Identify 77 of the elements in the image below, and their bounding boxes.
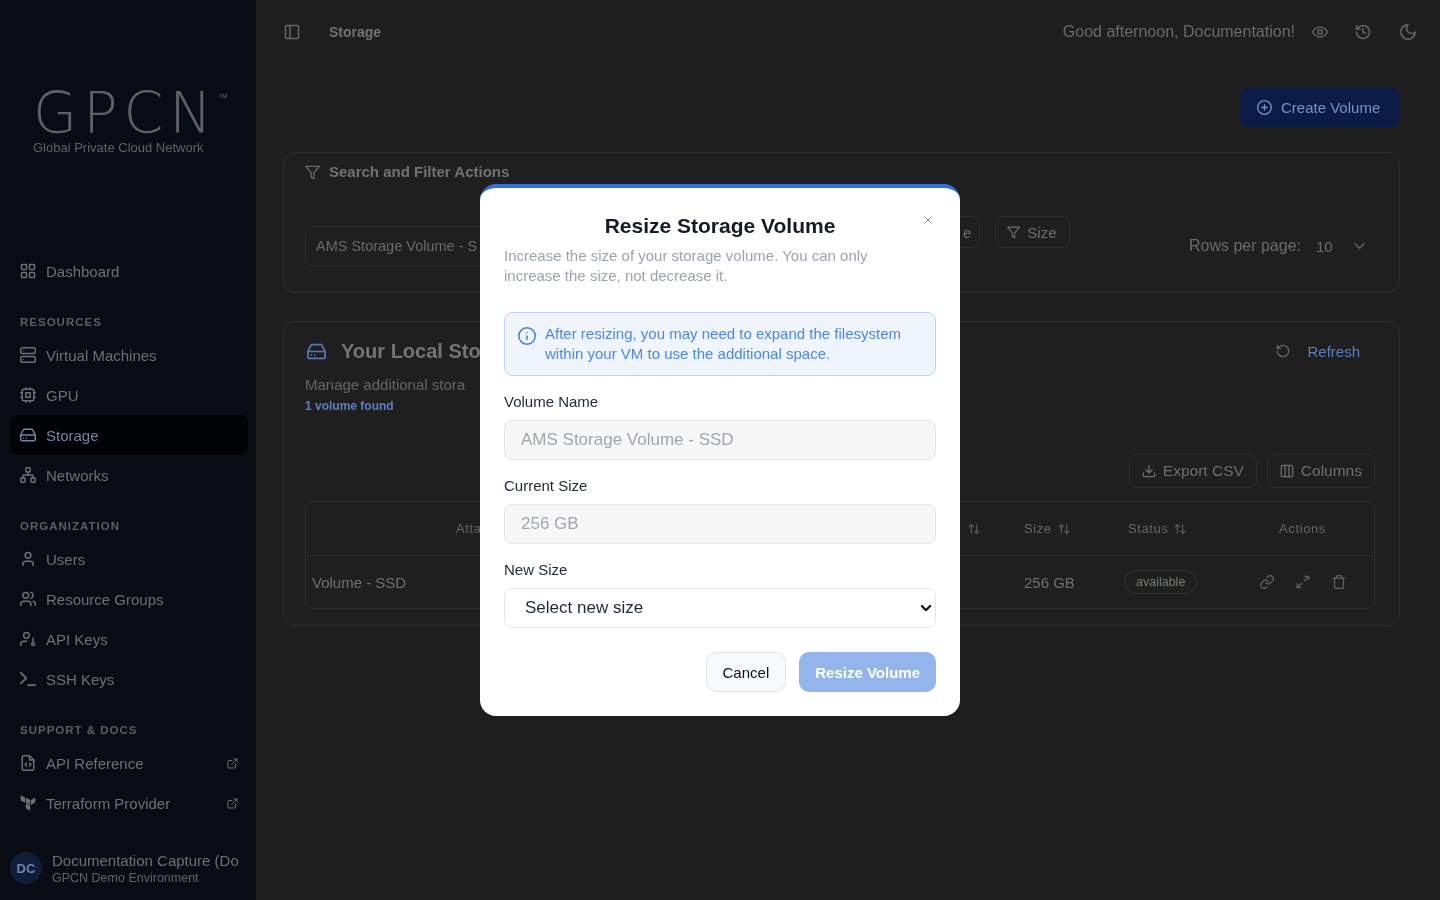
- file-code-icon: [20, 755, 36, 771]
- expand-icon[interactable]: [1295, 575, 1310, 589]
- cancel-button[interactable]: Cancel: [705, 652, 787, 692]
- column-header[interactable]: Atta: [456, 521, 482, 536]
- sort-icon[interactable]: [968, 522, 980, 535]
- sidebar-item[interactable]: Resource Groups: [10, 579, 248, 619]
- trademark-mark: ™: [218, 93, 228, 103]
- sidebar-item[interactable]: Terraform Provider: [10, 783, 248, 823]
- trash-icon[interactable]: [1331, 575, 1346, 589]
- terminal-icon: [20, 671, 36, 687]
- sidebar-item[interactable]: API Keys: [10, 619, 248, 659]
- sidebar-item[interactable]: Storage: [10, 415, 248, 455]
- section-heading: SUPPORT & DOCS: [20, 723, 139, 737]
- column-header[interactable]: Status: [1128, 521, 1169, 536]
- user-name: Documentation Capture (Do: [52, 851, 239, 869]
- section-heading: ORGANIZATION: [20, 519, 121, 533]
- columns-button[interactable]: Columns: [1266, 454, 1375, 488]
- sidebar-item[interactable]: Virtual Machines: [10, 335, 248, 375]
- table-cell: Volume - SSD: [312, 573, 407, 591]
- section-heading: RESOURCES: [20, 315, 103, 329]
- refresh-button[interactable]: Refresh: [1276, 333, 1375, 369]
- field-label: Volume Name: [504, 394, 600, 410]
- filter-icon: [1007, 225, 1021, 239]
- network-icon: [20, 467, 36, 483]
- columns-icon: [1279, 464, 1294, 478]
- export-csv-button[interactable]: Export CSV: [1128, 454, 1257, 488]
- column-header[interactable]: Actions: [1279, 521, 1326, 536]
- blocks-icon: [20, 795, 36, 811]
- field-label: New Size: [504, 562, 569, 578]
- eye-icon[interactable]: [1312, 24, 1328, 40]
- user-subtitle: GPCN Demo Environment: [52, 870, 200, 885]
- sidebar-item[interactable]: Dashboard: [10, 251, 248, 291]
- plus-circle-icon: [1257, 100, 1272, 115]
- user-icon: [20, 551, 36, 567]
- chevron-down-icon: [1354, 243, 1365, 249]
- field-label: Current Size: [504, 478, 589, 494]
- rotate-icon: [1276, 344, 1291, 358]
- rows-per-page-select[interactable]: 10: [1305, 230, 1375, 262]
- rows-per-page-label: Rows per page:: [1188, 237, 1301, 255]
- column-header[interactable]: Size: [1024, 521, 1052, 536]
- link-icon[interactable]: [1259, 575, 1274, 589]
- sort-icon[interactable]: [1057, 522, 1070, 535]
- user-avatar[interactable]: DC: [10, 852, 42, 884]
- filter-button[interactable]: Size: [995, 216, 1070, 248]
- card-title: Your Local Sto: [341, 341, 481, 361]
- sidebar-item[interactable]: API Reference: [10, 743, 248, 783]
- panel-toggle-icon[interactable]: [284, 24, 300, 40]
- table-cell: 256 GB: [1024, 573, 1075, 591]
- card-title: Search and Filter Actions: [329, 164, 510, 180]
- download-icon: [1141, 464, 1156, 478]
- users-icon: [20, 591, 36, 607]
- sort-icon[interactable]: [1174, 522, 1187, 535]
- volume-count: 1 volume found: [305, 398, 395, 414]
- greeting-text: Good afternoon, Documentation!: [1062, 23, 1295, 41]
- create-volume-button[interactable]: Create Volume: [1240, 88, 1400, 127]
- logo-tagline: Global Private Cloud Network: [33, 140, 204, 155]
- sidebar-item[interactable]: GPU: [10, 375, 248, 415]
- select-field[interactable]: Select new size: [504, 588, 936, 628]
- history-icon[interactable]: [1355, 24, 1371, 40]
- close-icon[interactable]: [922, 214, 934, 226]
- chip-icon: [20, 387, 36, 403]
- logo-wordmark: GPCN: [33, 90, 218, 136]
- server-icon: [20, 347, 36, 363]
- grid-icon: [20, 263, 36, 279]
- page-title: Storage: [329, 24, 382, 40]
- sidebar-item[interactable]: Users: [10, 539, 248, 579]
- sidebar-item[interactable]: SSH Keys: [10, 659, 248, 699]
- filter-icon: [305, 164, 320, 180]
- moon-icon[interactable]: [1400, 24, 1416, 40]
- info-icon: [518, 327, 536, 345]
- sidebar-item[interactable]: Networks: [10, 455, 248, 495]
- chevron-down-icon: [921, 605, 931, 611]
- hard-drive-icon: [305, 341, 328, 361]
- card-subtitle: Manage additional stora: [305, 377, 467, 393]
- notice-text: After resizing, you may need to expand the filesystem within your VM to use the additional space.: [545, 324, 902, 364]
- hard-drive-icon: [20, 427, 36, 443]
- user-key-icon: [20, 631, 36, 647]
